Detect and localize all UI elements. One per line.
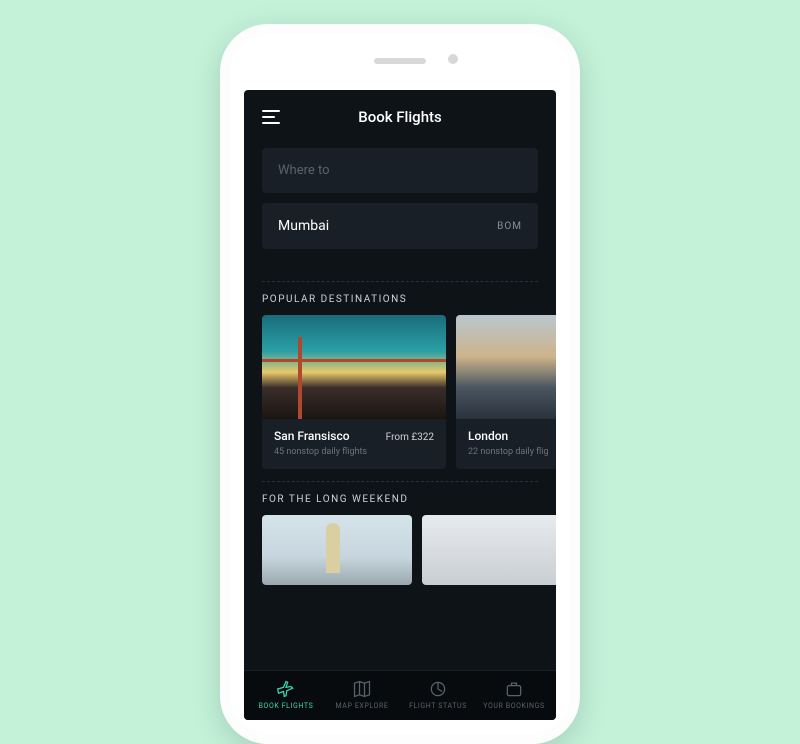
airplane-icon: [276, 679, 296, 697]
destination-name: London: [468, 429, 508, 443]
phone-speaker: [374, 58, 426, 64]
destination-image: [262, 315, 446, 419]
map-icon: [352, 679, 372, 697]
card-body: San Fransisco From £322 45 nonstop daily…: [262, 419, 446, 469]
from-city-field[interactable]: Mumbai BOM: [262, 203, 538, 249]
search-area: Where to Mumbai BOM: [244, 140, 556, 273]
section-divider: [262, 281, 538, 282]
destination-card-london[interactable]: London 22 nonstop daily flig: [456, 315, 556, 469]
tab-label: BOOK FLIGHTS: [259, 702, 314, 710]
tab-label: FLIGHT STATUS: [409, 702, 467, 710]
app-header: Book Flights: [244, 90, 556, 140]
popular-section-title: POPULAR DESTINATIONS: [244, 294, 556, 315]
section-divider: [262, 481, 538, 482]
weekend-section-title: FOR THE LONG WEEKEND: [244, 494, 556, 515]
tab-label: YOUR BOOKINGS: [483, 702, 545, 710]
phone-device-frame: Book Flights Where to Mumbai BOM POPULAR…: [220, 24, 580, 744]
tab-map-explore[interactable]: MAP EXPLORE: [324, 679, 400, 710]
where-to-placeholder: Where to: [278, 163, 330, 178]
page-title: Book Flights: [262, 108, 538, 126]
tab-your-bookings[interactable]: YOUR BOOKINGS: [476, 679, 552, 710]
tab-flight-status[interactable]: FLIGHT STATUS: [400, 679, 476, 710]
destination-price: From £322: [386, 432, 434, 443]
from-city-code: BOM: [497, 221, 522, 232]
destination-card-sf[interactable]: San Fransisco From £322 45 nonstop daily…: [262, 315, 446, 469]
destination-image: [456, 315, 556, 419]
weekend-card[interactable]: [422, 515, 556, 585]
app-screen: Book Flights Where to Mumbai BOM POPULAR…: [244, 90, 556, 720]
phone-bezel: Book Flights Where to Mumbai BOM POPULAR…: [230, 34, 570, 734]
phone-camera: [448, 54, 458, 64]
suitcase-icon: [504, 679, 524, 697]
card-body: London 22 nonstop daily flig: [456, 419, 556, 469]
destination-name: San Fransisco: [274, 429, 350, 443]
weekend-card[interactable]: [262, 515, 412, 585]
popular-cards-row[interactable]: San Fransisco From £322 45 nonstop daily…: [244, 315, 556, 473]
tab-label: MAP EXPLORE: [336, 702, 389, 710]
from-city-value: Mumbai: [278, 218, 329, 234]
bottom-tab-bar: BOOK FLIGHTS MAP EXPLORE FLIGHT STATUS: [244, 670, 556, 720]
tab-book-flights[interactable]: BOOK FLIGHTS: [248, 679, 324, 710]
weekend-cards-row[interactable]: [244, 515, 556, 585]
where-to-input[interactable]: Where to: [262, 148, 538, 193]
destination-sub: 22 nonstop daily flig: [468, 447, 554, 457]
radar-icon: [428, 679, 448, 697]
destination-sub: 45 nonstop daily flights: [274, 447, 434, 457]
